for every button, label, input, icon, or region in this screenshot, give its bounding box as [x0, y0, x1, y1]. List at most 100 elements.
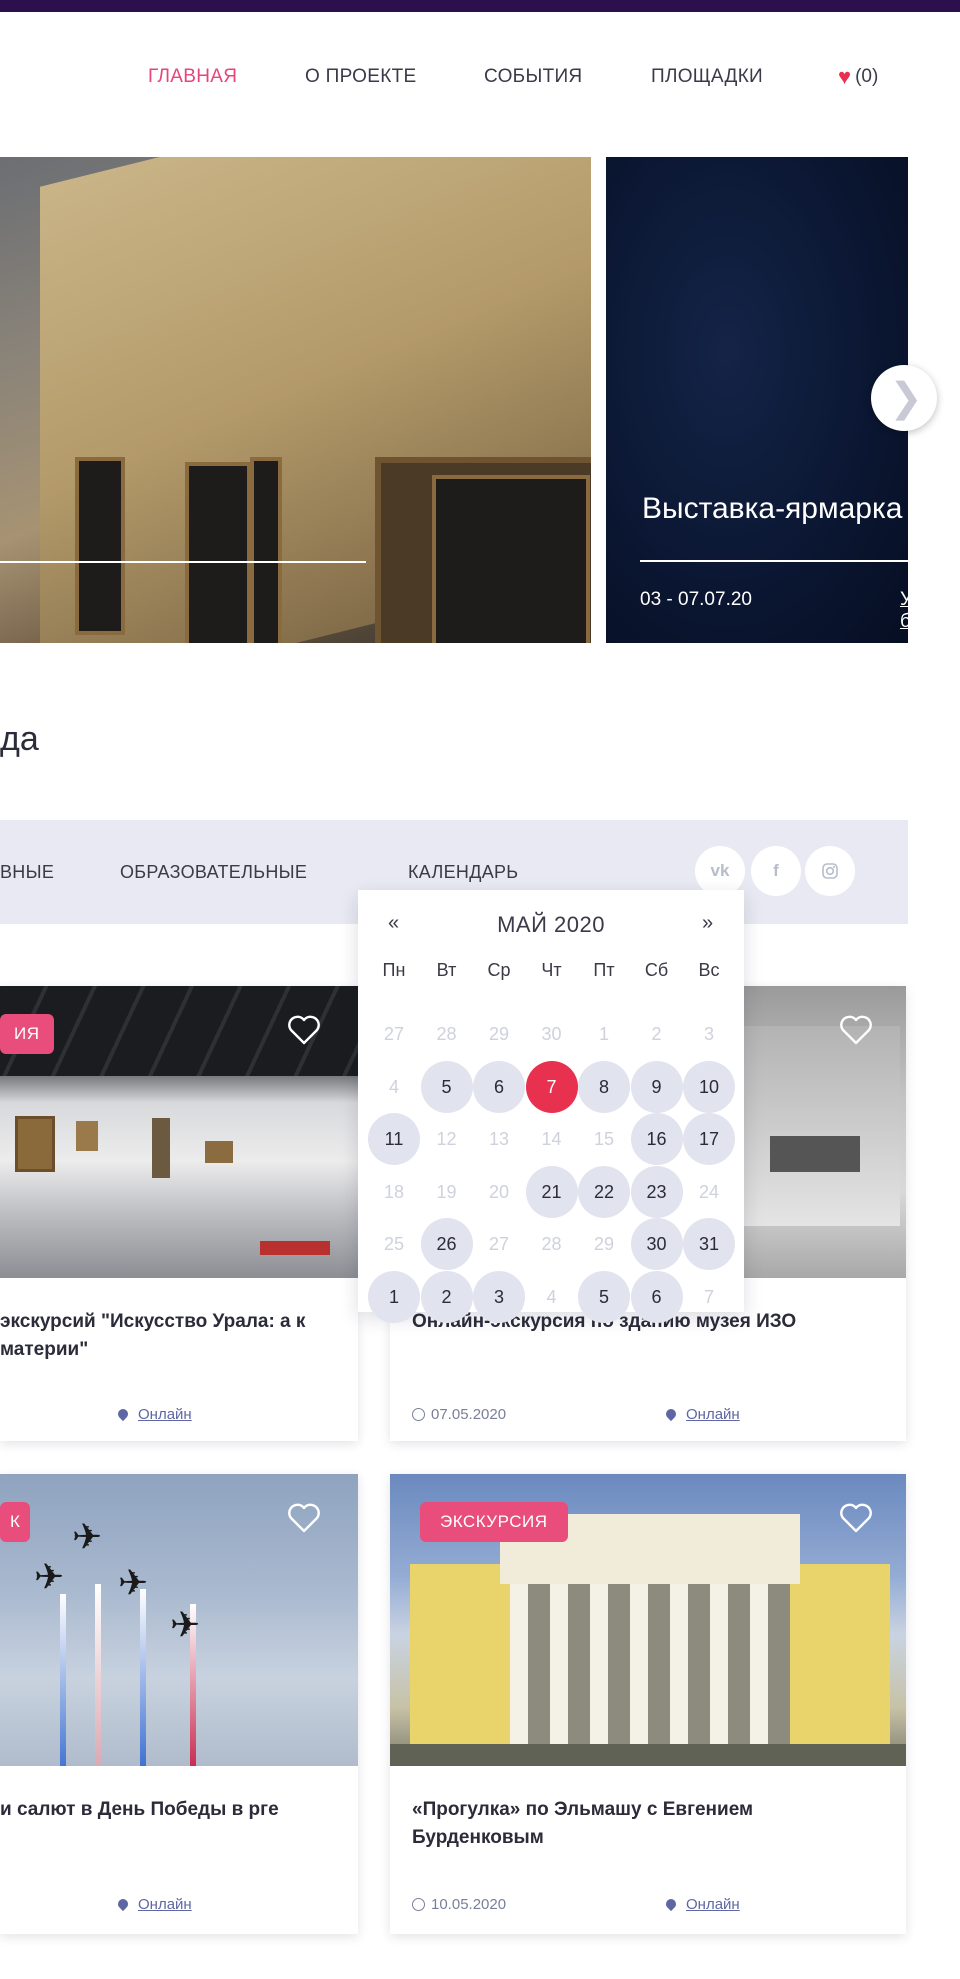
calendar-next-button[interactable]: »	[702, 912, 713, 935]
jet-icon: ✈	[34, 1556, 65, 1597]
calendar-day: 27	[383, 1024, 405, 1044]
calendar-day: 12	[436, 1129, 457, 1149]
nav-item-venues[interactable]: ПЛОЩАДКИ	[651, 66, 763, 88]
calendar-day[interactable]: 30	[630, 1218, 683, 1270]
calendar-day: 25	[383, 1234, 405, 1254]
calendar-day[interactable]: 9	[630, 1060, 683, 1113]
calendar-day: 4	[546, 1286, 557, 1307]
location-pin-icon	[118, 1409, 128, 1421]
card-title[interactable]: «Прогулка» по Эльмашу с Евгением Бурденк…	[412, 1796, 862, 1852]
smoke-trail	[95, 1584, 101, 1766]
window	[250, 457, 282, 643]
facebook-icon[interactable]: f	[751, 846, 801, 896]
event-card[interactable]: ✈ ✈ ✈ ✈ К и салют в День Победы в рге Он…	[0, 1474, 358, 1934]
slide-date: 03 - 07.07.20	[640, 589, 752, 610]
calendar-day[interactable]: 1	[368, 1270, 420, 1323]
card-location[interactable]: Онлайн	[666, 1896, 740, 1913]
favorites-count: (0)	[855, 66, 879, 87]
calendar-day[interactable]: 16	[630, 1113, 683, 1165]
calendar-day-today[interactable]: 7	[525, 1060, 578, 1113]
calendar-day[interactable]: 8	[578, 1060, 630, 1113]
instagram-icon[interactable]	[805, 846, 855, 896]
nav-item-events[interactable]: СОБЫТИЯ	[484, 66, 582, 88]
calendar-day[interactable]: 5	[420, 1060, 473, 1113]
calendar-day: 14	[541, 1129, 562, 1149]
slide-divider	[0, 561, 366, 563]
calendar-day[interactable]: 11	[368, 1113, 420, 1165]
window	[432, 475, 590, 643]
heart-outline-icon[interactable]	[284, 1498, 324, 1538]
calendar-day[interactable]: 5	[578, 1270, 630, 1323]
calendar-day[interactable]: 10	[683, 1060, 735, 1113]
smoke-trail	[60, 1594, 66, 1766]
calendar-day: 2	[651, 1024, 662, 1044]
main-nav: ГЛАВНАЯ О ПРОЕКТЕ СОБЫТИЯ ПЛОЩАДКИ ♥ (0)	[0, 62, 960, 92]
slide-card[interactable]: Выставка-ярмарка 03 - 07.07.20 Узнать бо…	[606, 157, 908, 643]
category-badge: ЭКСКУРСИЯ	[420, 1502, 568, 1542]
category-badge: ИЯ	[0, 1014, 54, 1054]
slide-title: Выставка-ярмарка	[642, 492, 903, 525]
vk-icon[interactable]: vk	[695, 846, 745, 896]
calendar-day[interactable]: 31	[683, 1218, 735, 1270]
favorites-link[interactable]: ♥ (0)	[838, 66, 878, 88]
ground	[390, 1744, 906, 1766]
jet-icon: ✈	[118, 1562, 149, 1603]
calendar-weekday: Пт	[593, 960, 615, 980]
slide-more-link[interactable]: Узнать больше	[900, 589, 908, 633]
sculpture	[260, 1241, 330, 1255]
filter-tab-calendar[interactable]: КАЛЕНДАРЬ	[408, 862, 518, 883]
card-date: 07.05.2020	[412, 1406, 506, 1423]
calendar-day[interactable]: 6	[473, 1060, 525, 1113]
filter-tab-educational[interactable]: ОБРАЗОВАТЕЛЬНЫЕ	[120, 862, 307, 883]
event-card[interactable]: ЭКСКУРСИЯ «Прогулка» по Эльмашу с Евгени…	[390, 1474, 906, 1934]
heart-outline-icon[interactable]	[836, 1498, 876, 1538]
card-title[interactable]: и салют в День Победы в рге	[0, 1796, 340, 1824]
event-card[interactable]: ИЯ экскурсий "Искусство Урала: а к матер…	[0, 986, 358, 1441]
painting	[205, 1141, 233, 1163]
calendar-day: 19	[436, 1181, 457, 1202]
calendar-day: 28	[541, 1234, 562, 1254]
calendar-day: 20	[488, 1181, 510, 1202]
calendar-day[interactable]: 22	[578, 1165, 630, 1218]
calendar-day[interactable]: 21	[525, 1165, 578, 1218]
heart-outline-icon[interactable]	[836, 1010, 876, 1050]
heart-outline-icon[interactable]	[284, 1010, 324, 1050]
calendar-day: 18	[383, 1181, 405, 1202]
clock-icon	[412, 1408, 425, 1421]
calendar-day: 27	[488, 1234, 510, 1254]
nav-item-home[interactable]: ГЛАВНАЯ	[148, 66, 237, 88]
slider-next-button[interactable]: ❯	[871, 365, 937, 431]
card-date: 10.05.2020	[412, 1896, 506, 1913]
card-location[interactable]: Онлайн	[666, 1406, 740, 1423]
smoke-trail	[140, 1589, 146, 1766]
calendar-weekday: Вс	[698, 960, 720, 980]
calendar-day[interactable]: 2	[420, 1270, 473, 1323]
building-columns	[510, 1584, 790, 1744]
window	[185, 462, 251, 643]
calendar-day[interactable]: 3	[473, 1270, 525, 1323]
filter-tab-main[interactable]: ВНЫЕ	[0, 862, 54, 883]
calendar-day[interactable]: 6	[630, 1270, 683, 1323]
card-title[interactable]: экскурсий "Искусство Урала: а к материи"	[0, 1308, 340, 1364]
calendar-weekday: Вт	[436, 960, 457, 980]
calendar-day: 29	[593, 1234, 615, 1254]
calendar-day: 15	[593, 1129, 615, 1149]
heart-icon: ♥	[838, 64, 852, 89]
nav-item-about[interactable]: О ПРОЕКТЕ	[305, 66, 416, 88]
calendar-weekday: Ср	[487, 960, 511, 980]
calendar-day[interactable]: 23	[630, 1165, 683, 1218]
slide-divider	[640, 560, 908, 562]
calendar-popup: « МАЙ 2020 » Пн Вт Ср Чт Пт Сб Вс 27 28 29 30 1 2 3 4 5…	[358, 890, 744, 1323]
calendar-day[interactable]: 26	[420, 1218, 473, 1270]
top-bar	[0, 0, 960, 12]
card-location[interactable]: Онлайн	[118, 1406, 192, 1423]
jet-icon: ✈	[72, 1516, 103, 1557]
painting	[152, 1118, 170, 1178]
card-location[interactable]: Онлайн	[118, 1896, 192, 1913]
calendar-day: 29	[488, 1024, 510, 1044]
chevron-right-icon: ❯	[889, 376, 923, 420]
calendar-day: 4	[388, 1076, 399, 1097]
slide-image[interactable]	[0, 157, 591, 643]
calendar-day[interactable]: 17	[683, 1113, 735, 1165]
calendar-weekday: Чт	[541, 960, 562, 980]
